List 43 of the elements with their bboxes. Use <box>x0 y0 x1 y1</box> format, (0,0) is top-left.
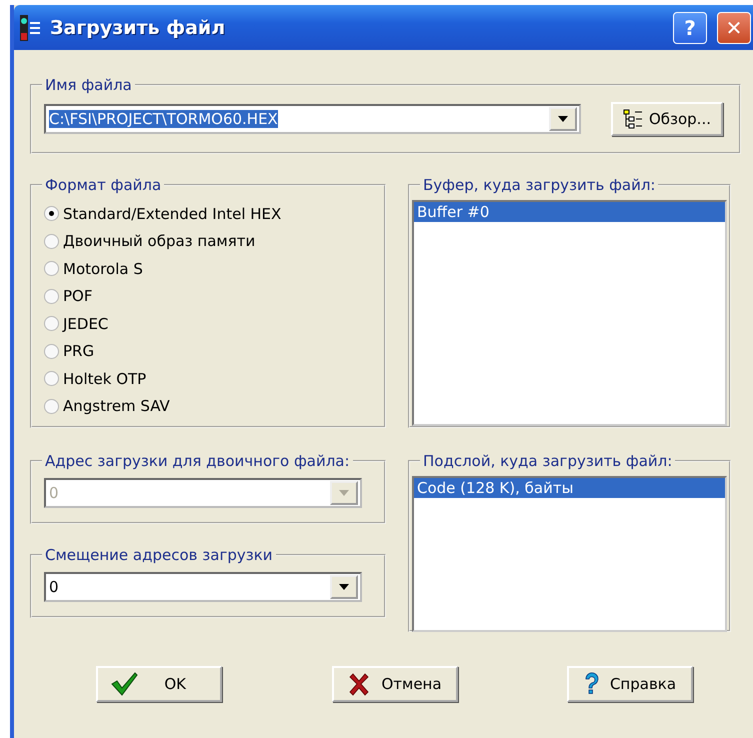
dropdown-button[interactable] <box>330 575 358 599</box>
dropdown-arrow-icon <box>339 584 349 590</box>
cross-icon <box>347 672 372 696</box>
offset-combobox[interactable]: 0 <box>44 572 362 602</box>
help-button[interactable]: Справка <box>567 666 693 702</box>
radio-button[interactable] <box>44 371 59 386</box>
window-title: Загрузить файл <box>50 16 226 38</box>
dropdown-arrow-icon <box>558 116 568 122</box>
radio-button[interactable] <box>44 398 59 414</box>
group-label: Подслой, куда загрузить файл: <box>422 452 674 470</box>
group-label: Имя файла <box>44 76 133 94</box>
radio-option[interactable]: PRG <box>44 338 372 365</box>
file-name-combobox[interactable]: C:\FSI\PROJECT\TORMO60.HEX <box>44 104 581 134</box>
list-item[interactable]: Buffer #0 <box>414 202 725 222</box>
cancel-button[interactable]: Отмена <box>332 666 458 702</box>
group-label: Формат файла <box>44 176 162 194</box>
radio-option[interactable]: JEDEC <box>44 310 372 338</box>
list-item[interactable]: Code (128 K), байты <box>414 478 725 498</box>
radio-option[interactable]: Двоичный образ памяти <box>44 228 372 255</box>
radio-button[interactable] <box>44 206 59 222</box>
radio-option[interactable]: Holtek OTP <box>44 365 372 392</box>
tree-icon <box>622 109 643 129</box>
dropdown-button[interactable] <box>548 107 577 131</box>
radio-option[interactable]: Standard/Extended Intel HEX <box>44 200 372 228</box>
radio-option[interactable]: Angstrem SAV <box>44 392 372 420</box>
radio-button[interactable] <box>44 261 59 276</box>
question-mark-icon <box>584 672 600 696</box>
radio-button[interactable] <box>44 234 59 249</box>
group-label: Буфер, куда загрузить файл: <box>422 176 656 194</box>
close-button[interactable]: ✕ <box>717 12 751 44</box>
browse-button[interactable]: Обзор... <box>610 102 723 136</box>
checkmark-icon <box>110 672 138 696</box>
radio-button[interactable] <box>44 316 59 332</box>
app-icon <box>20 14 42 40</box>
radio-button[interactable] <box>44 344 59 359</box>
group-label: Смещение адресов загрузки <box>44 546 274 564</box>
group-label: Адрес загрузки для двоичного файла: <box>44 452 351 470</box>
radio-option[interactable]: POF <box>44 282 372 310</box>
help-button[interactable]: ? <box>673 12 707 44</box>
dropdown-arrow-icon <box>339 490 349 496</box>
ok-button[interactable]: OK <box>96 666 222 702</box>
radio-option[interactable]: Motorola S <box>44 255 372 282</box>
radio-button[interactable] <box>44 288 59 304</box>
